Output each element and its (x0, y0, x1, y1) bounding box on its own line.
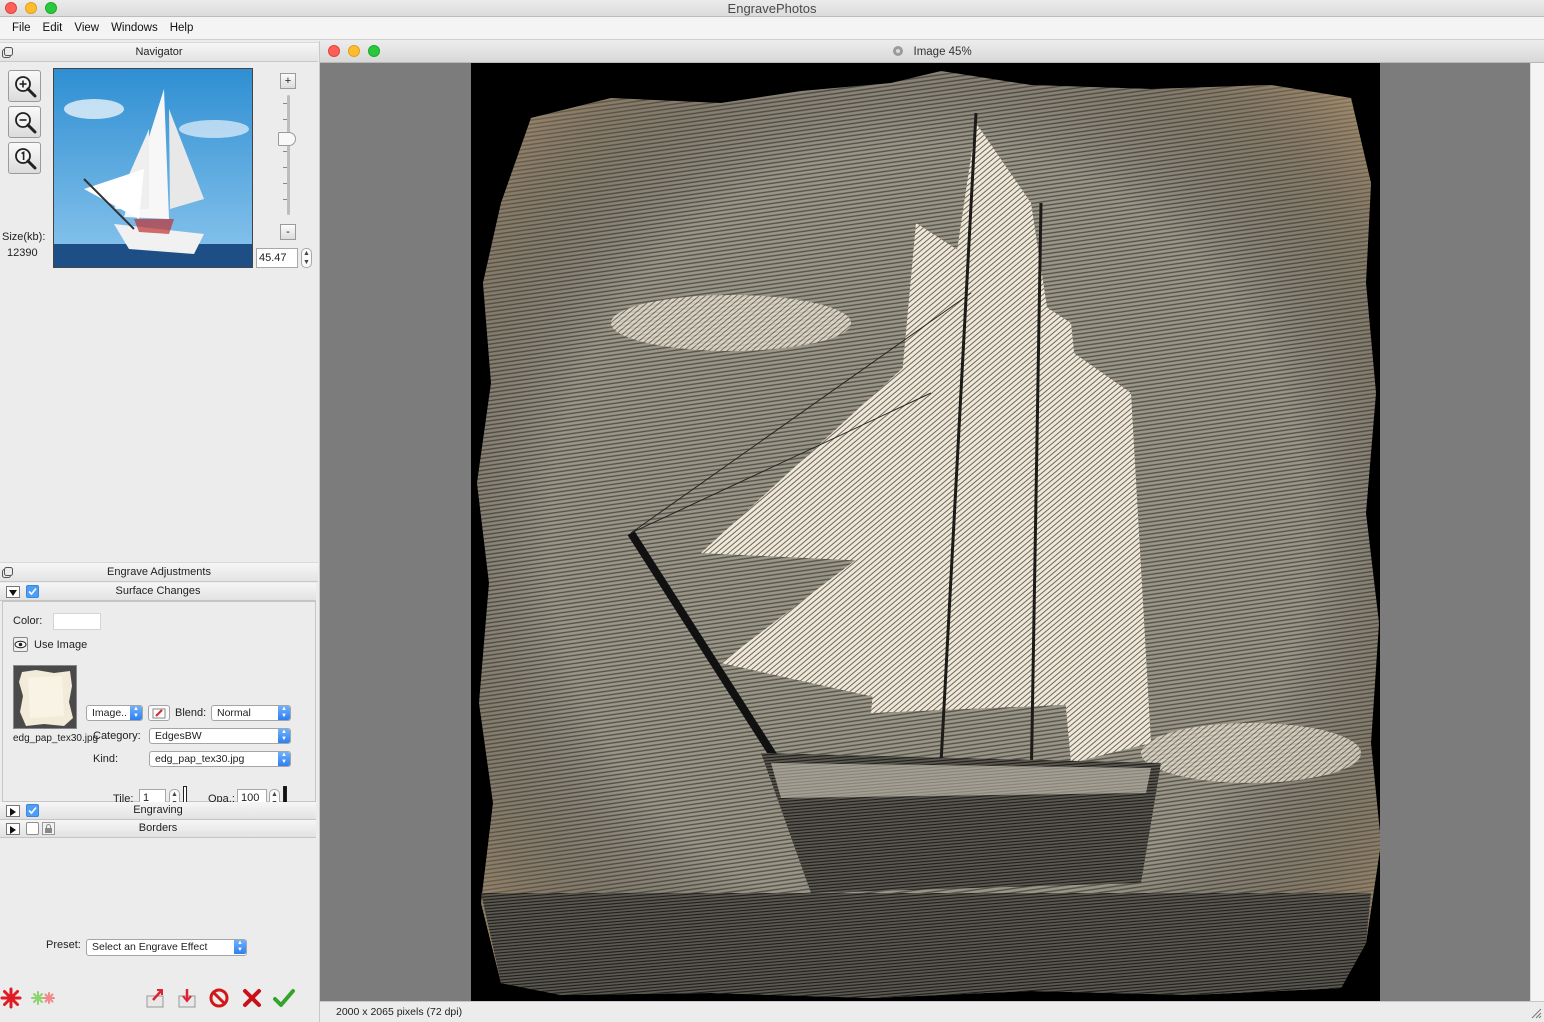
cancel-icon[interactable] (241, 987, 263, 1009)
surface-changes-panel: Color: Use Image edg_pap_tex30.jpg Image… (2, 601, 316, 810)
navigator-title: Navigator (135, 46, 183, 58)
zoom-slider[interactable]: + - (276, 73, 300, 243)
use-image-label: Use Image (34, 639, 88, 651)
expand-triangle-icon[interactable] (6, 805, 20, 817)
menu-view[interactable]: View (68, 22, 105, 34)
random-adjust-icon[interactable] (30, 987, 56, 1009)
chevron-updown-icon: ▲ ▼ (130, 706, 142, 720)
blend-label: Blend: (175, 707, 207, 719)
blend-mode-value: Normal (217, 707, 251, 719)
zoom-slider-minus-button[interactable]: - (280, 224, 296, 240)
color-label: Color: (13, 615, 43, 627)
left-panel: Navigator Size(kb): 12390 + - 45.47 ▲ ▼ … (0, 41, 320, 1022)
preset-value: Select an Engrave Effect (92, 941, 208, 953)
navigator-header: Navigator (0, 42, 318, 62)
zoom-stepper[interactable]: ▲ ▼ (301, 248, 312, 268)
image-source-value: Image.. (92, 707, 128, 719)
category-label: Category: (93, 730, 141, 742)
chevron-updown-icon: ▲ ▼ (278, 729, 290, 743)
engraving-title: Engraving (133, 804, 183, 816)
zoom-out-button[interactable] (8, 106, 41, 138)
borders-checkbox[interactable] (26, 822, 39, 835)
engraving-checkbox[interactable] (26, 804, 39, 817)
paper-texture-image (14, 666, 76, 728)
image-window-title-bar: Image 45% (320, 41, 1544, 63)
kind-select[interactable]: edg_pap_tex30.jpg ▲ ▼ (149, 751, 291, 767)
import-preset-icon[interactable] (176, 987, 200, 1009)
apply-checkmark-icon[interactable] (273, 987, 295, 1009)
reset-icon[interactable] (208, 987, 230, 1009)
size-label: Size(kb): (2, 231, 46, 243)
export-preset-icon[interactable] (144, 987, 168, 1009)
image-window-title: Image 45% (913, 46, 972, 58)
image-status-bar: 2000 x 2065 pixels (72 dpi) (320, 1001, 1544, 1022)
random-effect-icon[interactable] (0, 987, 22, 1009)
zoom-out-icon (14, 112, 36, 134)
zoom-in-icon (14, 76, 36, 98)
kind-value: edg_pap_tex30.jpg (155, 753, 245, 765)
menu-bar: File Edit View Windows Help (0, 17, 1544, 40)
image-window: Image 45% 2000 x 2065 pixels (72 dpi) (320, 41, 1544, 1022)
surface-changes-checkbox[interactable] (26, 585, 39, 598)
size-value: 12390 (7, 247, 38, 259)
zoom-slider-thumb[interactable] (278, 132, 296, 147)
section-engraving[interactable]: Engraving (0, 802, 316, 820)
restore-panel-icon[interactable] (2, 567, 13, 578)
zoom-slider-track[interactable] (283, 95, 290, 215)
collapse-triangle-icon[interactable] (6, 586, 20, 598)
lock-icon (42, 822, 55, 835)
preset-label: Preset: (46, 939, 81, 951)
texture-thumbnail[interactable] (13, 665, 77, 729)
surface-color-swatch[interactable] (53, 613, 101, 630)
zoom-actual-size-icon (14, 148, 36, 170)
image-dimensions-status: 2000 x 2065 pixels (72 dpi) (336, 1006, 463, 1018)
menu-help[interactable]: Help (164, 22, 200, 34)
navigator-thumbnail[interactable] (53, 68, 253, 268)
kind-label: Kind: (93, 753, 119, 765)
zoom-percent-field[interactable]: 45.47 (256, 248, 298, 268)
menu-file[interactable]: File (6, 22, 37, 34)
eye-icon (14, 640, 27, 649)
ship-thumbnail-image (54, 69, 252, 267)
image-source-select[interactable]: Image.. ▲ ▼ (86, 705, 143, 721)
menu-windows[interactable]: Windows (105, 22, 164, 34)
app-title: EngravePhotos (727, 1, 817, 16)
pencil-icon (152, 708, 166, 719)
resize-grip-icon[interactable] (1530, 1007, 1542, 1019)
texture-filename: edg_pap_tex30.jpg (13, 733, 99, 744)
use-image-toggle[interactable] (13, 637, 28, 652)
restore-panel-icon[interactable] (2, 47, 13, 58)
section-borders[interactable]: Borders (0, 820, 316, 838)
engraved-image[interactable] (471, 63, 1380, 1001)
zoom-in-button[interactable] (8, 70, 41, 102)
chevron-updown-icon: ▲ ▼ (234, 940, 246, 954)
zoom-actual-size-button[interactable] (8, 142, 41, 174)
engraved-ship-image (471, 63, 1380, 1001)
surface-changes-title: Surface Changes (115, 585, 201, 597)
chevron-updown-icon: ▲ ▼ (278, 706, 290, 720)
image-canvas[interactable] (320, 63, 1530, 1001)
zoom-slider-plus-button[interactable]: + (280, 73, 296, 89)
category-value: EdgesBW (155, 730, 202, 742)
chevron-updown-icon: ▲ ▼ (278, 752, 290, 766)
borders-title: Borders (138, 822, 178, 834)
engrave-adjustments-header: Engrave Adjustments (0, 562, 318, 582)
expand-triangle-icon[interactable] (6, 823, 20, 835)
section-surface-changes[interactable]: Surface Changes (0, 583, 316, 601)
menu-edit[interactable]: Edit (37, 22, 69, 34)
category-select[interactable]: EdgesBW ▲ ▼ (149, 728, 291, 744)
preset-select[interactable]: Select an Engrave Effect ▲ ▼ (86, 939, 247, 956)
edit-image-button[interactable] (148, 705, 170, 721)
app-title-bar: EngravePhotos (0, 0, 1544, 17)
image-window-title-wrap: Image 45% (320, 45, 1544, 58)
blend-mode-select[interactable]: Normal ▲ ▼ (211, 705, 291, 721)
document-proxy-icon (893, 46, 904, 56)
engrave-adjustments-title: Engrave Adjustments (107, 566, 211, 578)
vertical-scrollbar[interactable] (1530, 63, 1544, 1001)
